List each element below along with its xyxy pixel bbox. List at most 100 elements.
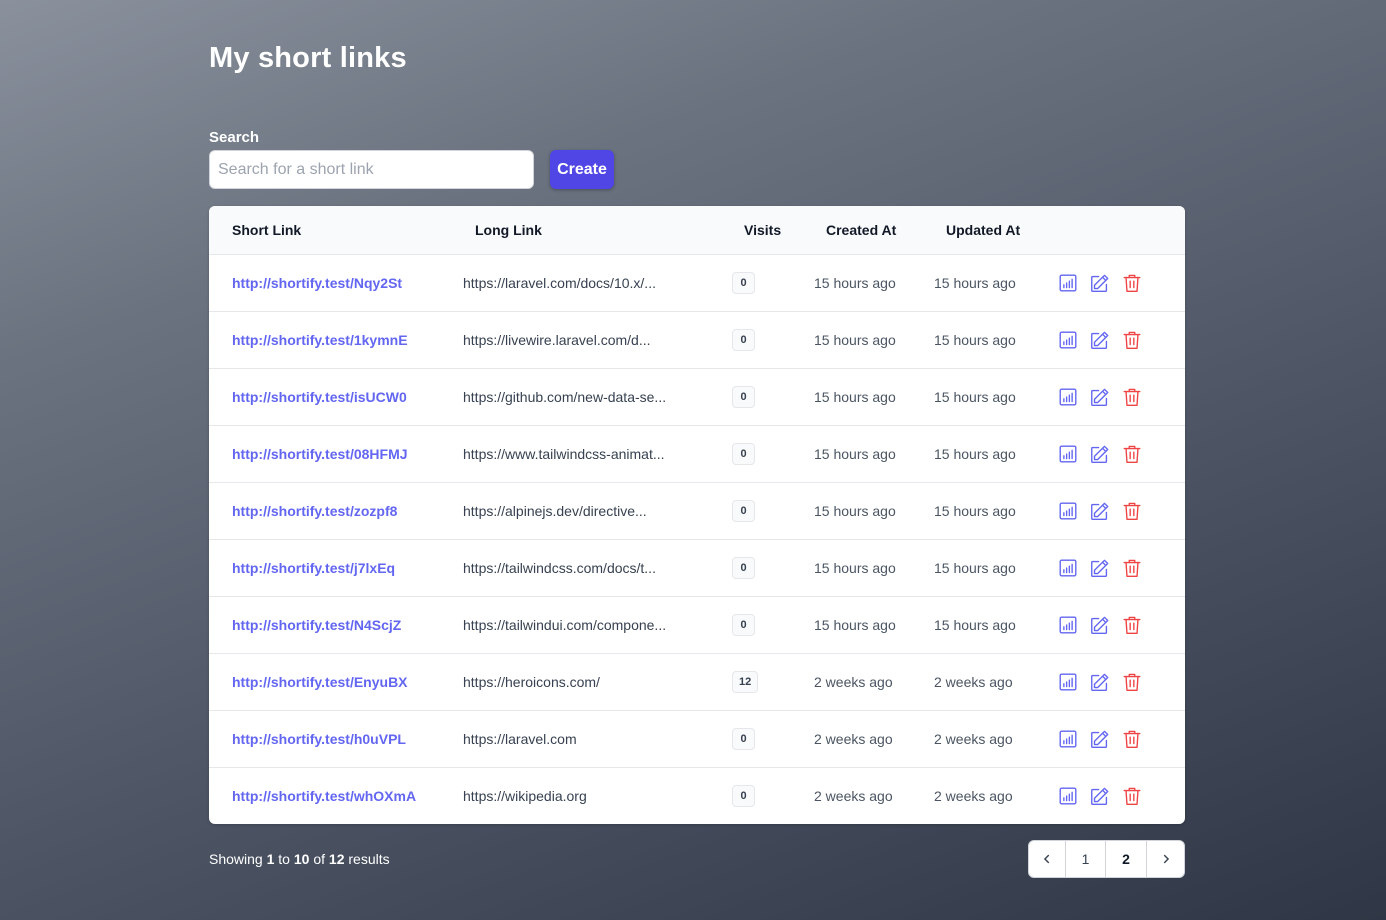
stats-button[interactable] bbox=[1057, 329, 1079, 351]
short-link[interactable]: http://shortify.test/N4ScjZ bbox=[232, 617, 401, 633]
delete-button[interactable] bbox=[1121, 386, 1143, 408]
create-button[interactable]: Create bbox=[550, 150, 614, 189]
edit-button[interactable] bbox=[1089, 272, 1111, 294]
edit-button[interactable] bbox=[1089, 785, 1111, 807]
long-link: https://www.tailwindcss-animat... bbox=[463, 446, 665, 462]
short-link[interactable]: http://shortify.test/zozpf8 bbox=[232, 503, 397, 519]
stats-button[interactable] bbox=[1057, 500, 1079, 522]
of-word: of bbox=[313, 851, 326, 867]
page-button-2[interactable]: 2 bbox=[1106, 841, 1147, 877]
created-at: 15 hours ago bbox=[814, 275, 896, 291]
short-link[interactable]: http://shortify.test/isUCW0 bbox=[232, 389, 407, 405]
column-header-created-at: Created At bbox=[826, 222, 897, 238]
edit-button[interactable] bbox=[1089, 557, 1111, 579]
stats-button[interactable] bbox=[1057, 557, 1079, 579]
edit-button[interactable] bbox=[1089, 329, 1111, 351]
visits-badge: 0 bbox=[732, 272, 755, 294]
delete-button[interactable] bbox=[1121, 785, 1143, 807]
delete-button[interactable] bbox=[1121, 500, 1143, 522]
long-link: https://laravel.com bbox=[463, 731, 577, 747]
updated-at: 2 weeks ago bbox=[934, 731, 1013, 747]
stats-button[interactable] bbox=[1057, 443, 1079, 465]
table-row: http://shortify.test/j7lxEq https://tailw… bbox=[209, 540, 1185, 597]
created-at: 15 hours ago bbox=[814, 560, 896, 576]
delete-button[interactable] bbox=[1121, 557, 1143, 579]
edit-icon bbox=[1089, 557, 1111, 579]
search-input[interactable] bbox=[209, 150, 534, 189]
updated-at: 2 weeks ago bbox=[934, 674, 1013, 690]
edit-button[interactable] bbox=[1089, 500, 1111, 522]
created-at: 15 hours ago bbox=[814, 617, 896, 633]
page-button-1[interactable]: 1 bbox=[1066, 841, 1106, 877]
edit-icon bbox=[1089, 386, 1111, 408]
edit-icon bbox=[1089, 500, 1111, 522]
short-link[interactable]: http://shortify.test/h0uVPL bbox=[232, 731, 406, 747]
stats-icon bbox=[1057, 386, 1079, 408]
trash-icon bbox=[1121, 785, 1143, 807]
trash-icon bbox=[1121, 728, 1143, 750]
long-link: https://tailwindui.com/compone... bbox=[463, 617, 667, 633]
delete-button[interactable] bbox=[1121, 728, 1143, 750]
stats-button[interactable] bbox=[1057, 272, 1079, 294]
updated-at: 15 hours ago bbox=[934, 503, 1016, 519]
updated-at: 2 weeks ago bbox=[934, 788, 1013, 804]
stats-icon bbox=[1057, 728, 1079, 750]
long-link: https://heroicons.com/ bbox=[463, 674, 600, 690]
delete-button[interactable] bbox=[1121, 443, 1143, 465]
delete-button[interactable] bbox=[1121, 272, 1143, 294]
trash-icon bbox=[1121, 329, 1143, 351]
table-row: http://shortify.test/whOXmA https://wikip… bbox=[209, 768, 1185, 824]
table-row: http://shortify.test/08HFMJ https://www.t… bbox=[209, 426, 1185, 483]
long-link: https://laravel.com/docs/10.x/... bbox=[463, 275, 656, 291]
stats-button[interactable] bbox=[1057, 671, 1079, 693]
stats-button[interactable] bbox=[1057, 785, 1079, 807]
short-link[interactable]: http://shortify.test/EnyuBX bbox=[232, 674, 408, 690]
long-link: https://github.com/new-data-se... bbox=[463, 389, 667, 405]
table-row: http://shortify.test/isUCW0 https://githu… bbox=[209, 369, 1185, 426]
trash-icon bbox=[1121, 671, 1143, 693]
next-page-button[interactable] bbox=[1147, 841, 1184, 877]
short-link[interactable]: http://shortify.test/j7lxEq bbox=[232, 560, 395, 576]
long-link: https://wikipedia.org bbox=[463, 788, 587, 804]
visits-badge: 12 bbox=[732, 671, 759, 693]
previous-page-button[interactable] bbox=[1029, 841, 1066, 877]
trash-icon bbox=[1121, 614, 1143, 636]
column-header-updated-at: Updated At bbox=[946, 222, 1021, 238]
table-row: http://shortify.test/h0uVPL https://larav… bbox=[209, 711, 1185, 768]
visits-badge: 0 bbox=[732, 728, 755, 750]
stats-button[interactable] bbox=[1057, 386, 1079, 408]
created-at: 2 weeks ago bbox=[814, 788, 893, 804]
table-row: http://shortify.test/N4ScjZ https://tailw… bbox=[209, 597, 1185, 654]
edit-icon bbox=[1089, 272, 1111, 294]
results-total: 12 bbox=[328, 851, 345, 867]
edit-button[interactable] bbox=[1089, 671, 1111, 693]
edit-button[interactable] bbox=[1089, 614, 1111, 636]
long-link: https://tailwindcss.com/docs/t... bbox=[463, 560, 656, 576]
short-link[interactable]: http://shortify.test/08HFMJ bbox=[232, 446, 408, 462]
delete-button[interactable] bbox=[1121, 329, 1143, 351]
results-from: 1 bbox=[266, 851, 275, 867]
short-link[interactable]: http://shortify.test/Nqy2St bbox=[232, 275, 402, 291]
table-row: http://shortify.test/Nqy2St https://larav… bbox=[209, 255, 1185, 312]
delete-button[interactable] bbox=[1121, 671, 1143, 693]
stats-icon bbox=[1057, 671, 1079, 693]
stats-icon bbox=[1057, 614, 1079, 636]
stats-button[interactable] bbox=[1057, 614, 1079, 636]
created-at: 2 weeks ago bbox=[814, 731, 893, 747]
edit-icon bbox=[1089, 728, 1111, 750]
created-at: 15 hours ago bbox=[814, 446, 896, 462]
stats-button[interactable] bbox=[1057, 728, 1079, 750]
created-at: 2 weeks ago bbox=[814, 674, 893, 690]
short-link[interactable]: http://shortify.test/whOXmA bbox=[232, 788, 416, 804]
visits-badge: 0 bbox=[732, 329, 755, 351]
edit-button[interactable] bbox=[1089, 386, 1111, 408]
showing-prefix: Showing bbox=[209, 851, 263, 867]
results-word: results bbox=[348, 851, 390, 867]
stats-icon bbox=[1057, 557, 1079, 579]
edit-button[interactable] bbox=[1089, 728, 1111, 750]
edit-button[interactable] bbox=[1089, 443, 1111, 465]
short-link[interactable]: http://shortify.test/1kymnE bbox=[232, 332, 408, 348]
delete-button[interactable] bbox=[1121, 614, 1143, 636]
trash-icon bbox=[1121, 500, 1143, 522]
edit-icon bbox=[1089, 443, 1111, 465]
